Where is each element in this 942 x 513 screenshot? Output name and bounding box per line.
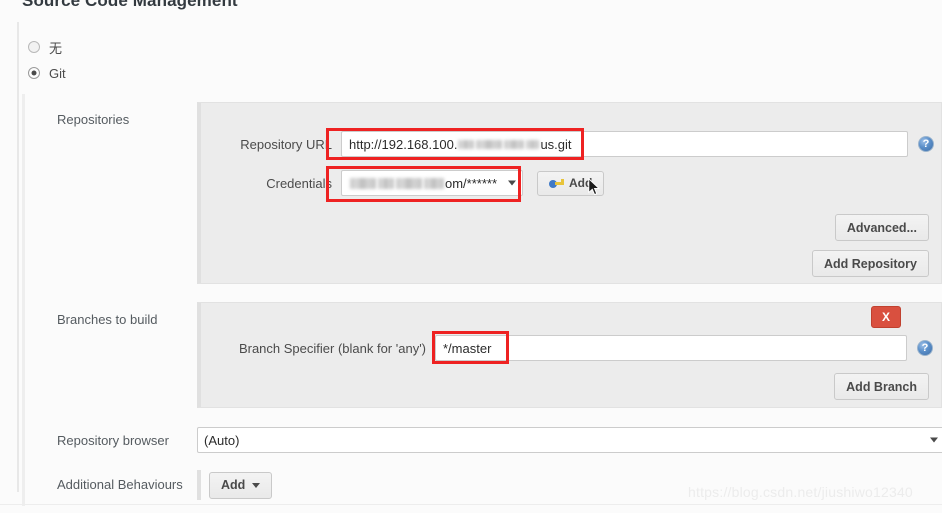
branches-label: Branches to build (57, 312, 158, 327)
scm-config-page: Source Code Management 无 Git Repositorie… (0, 0, 942, 513)
repository-url-input[interactable]: http://192.168.100. us.git (341, 131, 908, 157)
radio-none-indicator[interactable] (28, 41, 40, 53)
chevron-down-icon (252, 482, 261, 488)
bottom-rule (0, 504, 942, 505)
additional-behaviours-label: Additional Behaviours (57, 477, 183, 492)
credentials-select[interactable]: om/****** (341, 170, 523, 196)
radio-option-git[interactable]: Git (28, 64, 66, 82)
branch-specifier-label: Branch Specifier (blank for 'any') (238, 340, 426, 356)
redacted-url-part-3 (504, 139, 525, 149)
add-behaviour-button[interactable]: Add (209, 471, 273, 499)
add-behaviour-label: Add (221, 478, 246, 492)
redacted-credential-part-1 (350, 177, 376, 189)
add-credentials-button[interactable]: Add (537, 170, 605, 196)
branches-setting: Branches to build X Branch Specifier (bl… (25, 302, 942, 414)
repository-url-label: Repository URL (240, 136, 332, 152)
redacted-url-part-4 (526, 139, 540, 149)
repository-url-row: Repository URL http://192.168.100. us.git… (201, 131, 941, 157)
add-credentials-label: Add (569, 176, 593, 190)
branch-specifier-row: Branch Specifier (blank for 'any') ? (201, 335, 941, 361)
repository-url-help-icon[interactable]: ? (918, 136, 934, 152)
add-branch-button[interactable]: Add Branch (834, 373, 929, 400)
branch-specifier-help-icon[interactable]: ? (917, 340, 933, 356)
repository-browser-label: Repository browser (57, 433, 169, 448)
repository-url-value-suffix: us.git (540, 136, 572, 152)
radio-none-label: 无 (49, 40, 63, 56)
left-vertical-rule (17, 22, 19, 492)
radio-git-label: Git (49, 65, 66, 81)
credentials-row: Credentials om/****** Add (201, 170, 941, 196)
branches-panel: X Branch Specifier (blank for 'any') ? A… (197, 302, 942, 408)
branch-specifier-input[interactable] (435, 335, 907, 361)
redacted-credential-part-2 (378, 177, 394, 189)
credentials-value-suffix: om/****** (445, 175, 498, 191)
repositories-panel: Repository URL http://192.168.100. us.git… (197, 102, 942, 284)
watermark: https://blog.csdn.net/jiushiwo12340 (688, 484, 913, 500)
redacted-credential-part-3 (396, 177, 422, 189)
redacted-url-part-1 (458, 139, 475, 149)
redacted-url-part-2 (476, 139, 503, 149)
key-icon (549, 178, 564, 189)
redacted-credential-part-4 (424, 177, 444, 189)
delete-branch-button[interactable]: X (871, 306, 901, 328)
radio-git-indicator[interactable] (28, 67, 40, 79)
repository-browser-select-wrap: (Auto) (197, 427, 942, 453)
repositories-setting: Repositories Repository URL http://192.1… (25, 102, 942, 292)
repository-url-value-prefix: http://192.168.100. (349, 136, 458, 152)
git-config-form: Repositories Repository URL http://192.1… (22, 94, 942, 506)
repositories-label: Repositories (57, 112, 130, 127)
page-title: Source Code Management (22, 0, 238, 10)
additional-behaviours-button-wrap: Add (197, 470, 273, 500)
radio-option-none[interactable]: 无 (28, 38, 62, 56)
repository-browser-select[interactable]: (Auto) (197, 427, 942, 453)
repository-browser-row: Repository browser (Auto) (25, 422, 942, 462)
chevron-down-icon (508, 180, 516, 186)
credentials-label: Credentials (266, 175, 332, 191)
add-repository-button[interactable]: Add Repository (811, 250, 929, 277)
advanced-button[interactable]: Advanced... (834, 214, 929, 241)
